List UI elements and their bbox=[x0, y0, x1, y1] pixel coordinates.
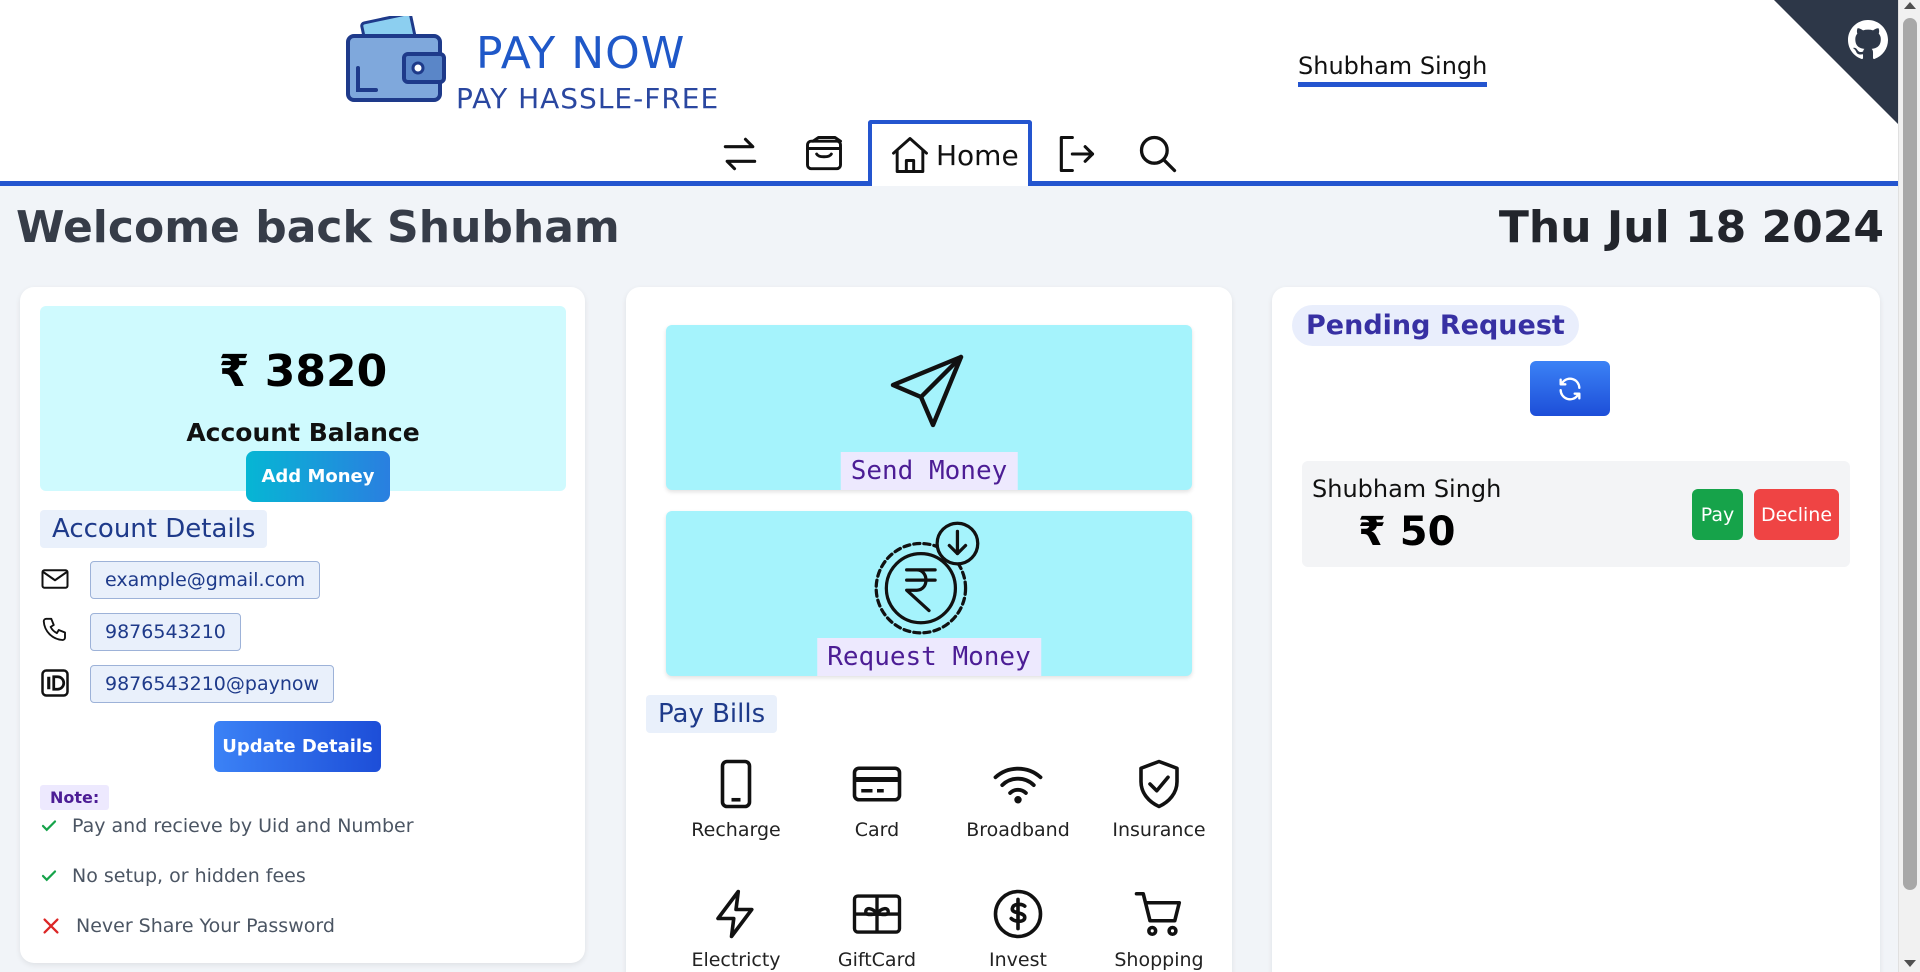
send-money-tile[interactable]: Send Money bbox=[666, 325, 1192, 490]
bill-label: Broadband bbox=[966, 819, 1070, 841]
brand-subtitle: PAY HASSLE-FREE bbox=[456, 82, 720, 115]
scroll-down-arrow-icon[interactable] bbox=[1904, 960, 1916, 967]
pending-card: Pending Request Shubham Singh ₹ 50 Pay D… bbox=[1272, 287, 1880, 972]
wallet-logo-icon bbox=[346, 16, 446, 102]
phone-icon bbox=[720, 759, 752, 809]
note-item-text: No setup, or hidden fees bbox=[72, 865, 306, 887]
bill-giftcard[interactable]: GiftCard bbox=[817, 887, 937, 971]
account-card: ₹ 3820 Account Balance Add Money Account… bbox=[20, 287, 585, 963]
lightning-icon bbox=[716, 889, 754, 939]
transfer-icon bbox=[723, 137, 757, 171]
bill-label: Card bbox=[854, 819, 900, 841]
refresh-icon bbox=[1559, 377, 1581, 400]
phone-field: 9876543210 bbox=[90, 613, 241, 651]
github-corner-banner bbox=[1774, 0, 1898, 124]
top-header: PAY NOW PAY HASSLE-FREE Shubham Singh Ho… bbox=[0, 0, 1898, 186]
github-corner[interactable] bbox=[1774, 0, 1898, 124]
balance-label: Account Balance bbox=[186, 418, 420, 447]
welcome-heading: Welcome back Shubham bbox=[16, 202, 620, 253]
refresh-button[interactable] bbox=[1530, 361, 1610, 416]
send-money-label: Send Money bbox=[840, 452, 1018, 490]
balance-amount: ₹ 3820 bbox=[218, 346, 388, 397]
brand-title: PAY NOW bbox=[476, 28, 686, 79]
note-item-text: Pay and recieve by Uid and Number bbox=[72, 815, 414, 837]
pending-request-item: Shubham Singh ₹ 50 Pay Decline bbox=[1302, 461, 1850, 567]
bill-invest[interactable]: Invest bbox=[958, 887, 1078, 971]
pay-bills-title: Pay Bills bbox=[646, 695, 778, 733]
shopping-cart-icon bbox=[1134, 891, 1182, 937]
bill-label: Invest bbox=[989, 949, 1047, 971]
current-date: Thu Jul 18 2024 bbox=[1498, 202, 1884, 253]
nav-wallet[interactable] bbox=[800, 130, 848, 178]
scrollbar-thumb[interactable] bbox=[1903, 18, 1917, 890]
logout-icon bbox=[1059, 135, 1095, 173]
note-item: No setup, or hidden fees bbox=[40, 865, 306, 887]
nav-home-tab[interactable]: Home bbox=[868, 120, 1032, 186]
bill-broadband[interactable]: Broadband bbox=[958, 757, 1078, 841]
dollar-coin-icon bbox=[993, 889, 1043, 939]
search-icon bbox=[1139, 135, 1177, 173]
note-item: Pay and recieve by Uid and Number bbox=[40, 815, 414, 837]
add-money-button[interactable]: Add Money bbox=[246, 451, 390, 502]
bill-card[interactable]: Card bbox=[817, 757, 937, 841]
note-label: Note: bbox=[40, 785, 110, 810]
bill-label: Recharge bbox=[691, 819, 781, 841]
bill-label: Electricty bbox=[691, 949, 781, 971]
gift-card-icon bbox=[852, 894, 902, 934]
bill-label: Insurance bbox=[1112, 819, 1206, 841]
decline-button[interactable]: Decline bbox=[1754, 489, 1839, 540]
nav-home-label: Home bbox=[936, 138, 1019, 172]
request-rupee-icon bbox=[874, 521, 980, 635]
update-details-button[interactable]: Update Details bbox=[214, 721, 381, 772]
note-item: Never Share Your Password bbox=[40, 915, 335, 937]
balance-panel: ₹ 3820 Account Balance Add Money bbox=[40, 306, 566, 502]
wallet-icon bbox=[806, 136, 842, 171]
nav-search[interactable] bbox=[1134, 130, 1182, 178]
requester-name: Shubham Singh bbox=[1312, 475, 1502, 503]
bill-insurance[interactable]: Insurance bbox=[1099, 757, 1219, 841]
cross-icon bbox=[43, 918, 59, 934]
scroll-up-arrow-icon[interactable] bbox=[1904, 2, 1916, 9]
bill-shopping[interactable]: Shopping bbox=[1099, 887, 1219, 971]
user-profile-link[interactable]: Shubham Singh bbox=[1298, 52, 1488, 87]
nav-transfer[interactable] bbox=[716, 130, 764, 178]
check-icon bbox=[41, 870, 57, 882]
account-details-title: Account Details bbox=[40, 510, 268, 548]
phone-icon bbox=[42, 617, 66, 641]
nav-logout[interactable] bbox=[1052, 130, 1100, 178]
pending-request-title: Pending Request bbox=[1292, 305, 1579, 346]
request-money-tile[interactable]: Request Money bbox=[666, 511, 1192, 676]
request-amount: ₹ 50 bbox=[1358, 509, 1456, 555]
note-item-text: Never Share Your Password bbox=[76, 915, 335, 937]
upi-id-field: 9876543210@paynow bbox=[90, 665, 335, 703]
credit-card-icon bbox=[852, 766, 902, 802]
home-icon bbox=[892, 137, 928, 173]
github-icon bbox=[1848, 20, 1888, 60]
request-money-label: Request Money bbox=[817, 638, 1041, 676]
id-badge-icon bbox=[41, 669, 69, 697]
bill-recharge[interactable]: Recharge bbox=[676, 757, 796, 841]
check-icon bbox=[41, 820, 57, 832]
bill-electricity[interactable]: Electricty bbox=[676, 887, 796, 971]
wifi-icon bbox=[993, 766, 1043, 804]
mail-icon bbox=[41, 569, 69, 589]
vertical-scrollbar[interactable] bbox=[1898, 0, 1920, 972]
pay-button[interactable]: Pay bbox=[1692, 489, 1743, 540]
shield-check-icon bbox=[1139, 759, 1179, 809]
bill-label: GiftCard bbox=[837, 949, 917, 971]
bill-label: Shopping bbox=[1114, 949, 1204, 971]
app-page: PAY NOW PAY HASSLE-FREE Shubham Singh Ho… bbox=[0, 0, 1920, 972]
paper-plane-icon bbox=[890, 354, 964, 428]
email-field: example@gmail.com bbox=[90, 561, 321, 599]
actions-card: Send Money Request Money Pay Bills Recha… bbox=[626, 287, 1232, 972]
